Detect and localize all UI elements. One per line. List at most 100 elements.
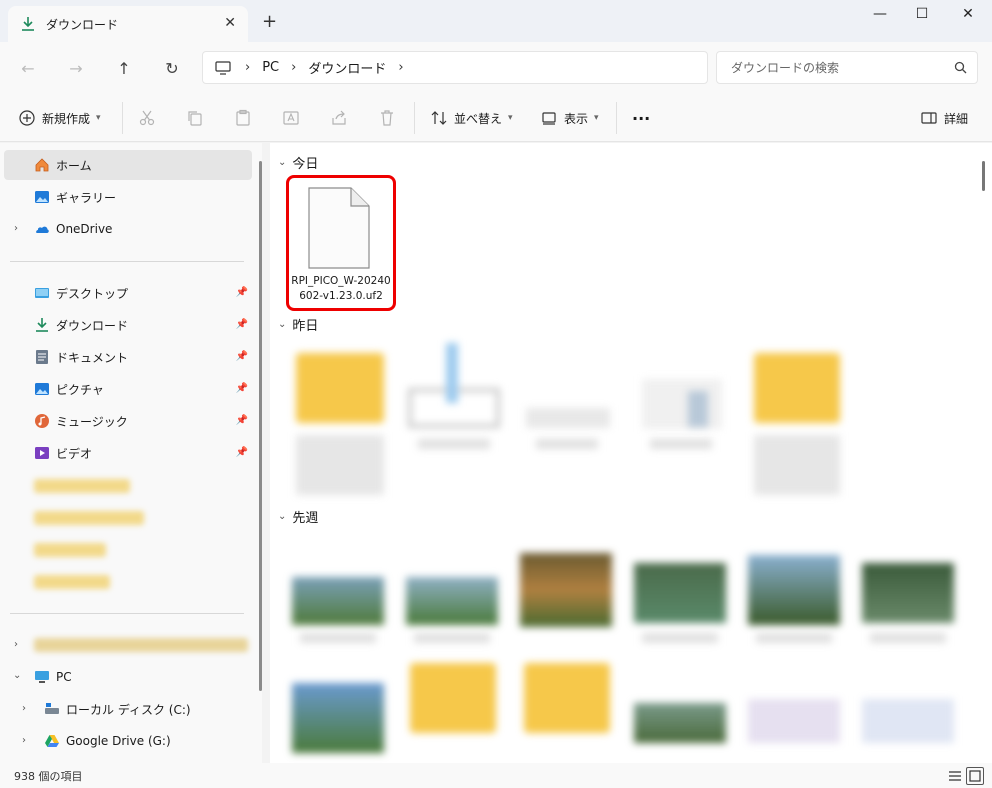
close-window-button[interactable]: ✕ [956, 6, 980, 22]
sidebar-item-drive-g[interactable]: Google Drive (G:) [4, 726, 252, 756]
blurred-photo-thumbnail[interactable] [634, 703, 726, 743]
back-button[interactable]: ← [16, 56, 40, 80]
content-scrollbar[interactable] [976, 143, 992, 763]
blurred-folder-thumbnail[interactable] [754, 353, 840, 423]
paste-icon[interactable] [234, 109, 252, 127]
blurred-file-thumbnail[interactable] [526, 408, 610, 428]
sidebar-item-onedrive[interactable]: OneDrive [4, 214, 252, 244]
home-icon [35, 158, 49, 172]
large-icons-view-button[interactable] [966, 767, 984, 785]
tiles-view-icon [969, 770, 981, 782]
blurred-folder-thumbnail[interactable] [410, 663, 496, 733]
view-button[interactable]: 表示 ▾ [540, 106, 599, 130]
file-name: RPI_PICO_W-20240602-v1.23.0.uf2 [291, 275, 391, 302]
blurred-folder-thumbnail[interactable] [296, 353, 384, 423]
sidebar-item-pc[interactable]: PC [4, 662, 252, 692]
google-drive-icon [45, 735, 59, 747]
pin-icon: 📌 [235, 447, 248, 458]
group-header-yesterday[interactable]: ⌄ 昨日 [278, 315, 318, 334]
blurred-folder-item[interactable] [34, 511, 144, 525]
sidebar-scrollbar[interactable] [259, 161, 262, 691]
file-item-selected[interactable]: RPI_PICO_W-20240602-v1.23.0.uf2 [286, 175, 396, 311]
forward-button[interactable]: → [64, 56, 88, 80]
refresh-button[interactable]: ↻ [160, 56, 184, 80]
blurred-photo-thumbnail[interactable] [862, 563, 954, 623]
blurred-image-thumbnail[interactable] [642, 379, 722, 429]
sidebar-item-home[interactable]: ホーム [4, 150, 252, 180]
blurred-item-label [642, 633, 718, 643]
sidebar-item-downloads[interactable]: ダウンロード 📌 [4, 310, 252, 340]
new-button[interactable]: 新規作成 ▾ [18, 106, 101, 130]
cut-icon[interactable] [138, 109, 156, 127]
maximize-button[interactable]: ☐ [910, 6, 934, 22]
blurred-item-label [418, 439, 490, 449]
blurred-photo-thumbnail[interactable] [292, 683, 384, 753]
sidebar-item-drive-c[interactable]: ローカル ディスク (C:) [4, 694, 252, 724]
sidebar-item-documents[interactable]: ドキュメント 📌 [4, 342, 252, 372]
blurred-folder-item[interactable] [34, 575, 110, 589]
chevron-down-icon: ▾ [96, 113, 101, 123]
blurred-screenshot-thumbnail[interactable] [862, 699, 954, 743]
blurred-item-label [756, 633, 832, 643]
sidebar-item-label: ミュージック [56, 414, 128, 429]
tab-title: ダウンロード [46, 17, 119, 32]
breadcrumb-separator: › [291, 60, 297, 75]
details-pane-icon [921, 112, 937, 124]
blurred-folder-thumbnail[interactable] [524, 663, 610, 733]
blurred-photo-thumbnail[interactable] [292, 577, 384, 625]
share-icon[interactable] [330, 109, 348, 127]
sidebar-item-music[interactable]: ミュージック 📌 [4, 406, 252, 436]
sort-button[interactable]: 並べ替え ▾ [430, 106, 513, 130]
scrollbar-thumb[interactable] [982, 161, 985, 191]
minimize-button[interactable]: — [868, 6, 892, 22]
blurred-screenshot-thumbnail[interactable] [748, 699, 840, 743]
blurred-photo-thumbnail[interactable] [634, 563, 726, 623]
rename-icon[interactable] [282, 109, 300, 127]
pictures-icon [35, 383, 49, 395]
pc-icon [35, 671, 49, 683]
item-count: 938 個の項目 [14, 769, 83, 783]
download-icon [36, 318, 48, 332]
blurred-folder-item[interactable] [34, 479, 130, 493]
sidebar-item-pictures[interactable]: ピクチャ 📌 [4, 374, 252, 404]
blurred-photo-thumbnail[interactable] [748, 555, 840, 625]
tab-downloads[interactable]: ダウンロード ✕ [8, 6, 248, 42]
tab-close-button[interactable]: ✕ [224, 15, 236, 31]
breadcrumb-separator[interactable]: › [398, 60, 403, 75]
blurred-photo-thumbnail[interactable] [520, 553, 612, 627]
copy-icon[interactable] [186, 109, 204, 127]
status-bar: 938 個の項目 [0, 763, 992, 788]
search-input[interactable] [731, 60, 941, 75]
breadcrumb-pc[interactable]: PC [262, 60, 279, 75]
group-header-today[interactable]: ⌄ 今日 [278, 153, 318, 172]
pin-icon: 📌 [235, 415, 248, 426]
blurred-folder-item[interactable] [34, 543, 106, 557]
address-bar[interactable]: › PC › ダウンロード › [202, 51, 708, 84]
new-tab-button[interactable]: + [262, 11, 277, 32]
music-icon [35, 414, 49, 428]
chevron-right-icon[interactable]: › [14, 639, 18, 650]
toolbar-divider [122, 102, 123, 134]
breadcrumb-downloads[interactable]: ダウンロード [308, 58, 386, 77]
details-button[interactable]: 詳細 [920, 106, 968, 130]
delete-icon[interactable] [378, 109, 396, 127]
blurred-folder-item[interactable] [34, 638, 248, 652]
blurred-photo-thumbnail[interactable] [406, 577, 498, 625]
desktop-icon [35, 288, 49, 298]
more-options-button[interactable]: ··· [632, 106, 650, 130]
blurred-item-label [296, 435, 384, 495]
video-icon [35, 447, 49, 459]
up-button[interactable]: ↑ [112, 56, 136, 80]
local-disk-icon [45, 703, 59, 714]
details-view-button[interactable] [946, 767, 964, 785]
sidebar-item-desktop[interactable]: デスクトップ 📌 [4, 278, 252, 308]
blurred-item-label [414, 633, 490, 643]
sidebar-item-gallery[interactable]: ギャラリー [4, 182, 252, 212]
sidebar-divider [10, 613, 244, 614]
sidebar-item-videos[interactable]: ビデオ 📌 [4, 438, 252, 468]
group-header-last-week[interactable]: ⌄ 先週 [278, 507, 318, 526]
onedrive-cloud-icon [36, 226, 49, 233]
command-bar: 新規作成 ▾ 並べ替え ▾ 表示 ▾ ··· 詳細 [0, 94, 992, 142]
blurred-item-label [650, 439, 712, 449]
search-box[interactable] [716, 51, 978, 84]
